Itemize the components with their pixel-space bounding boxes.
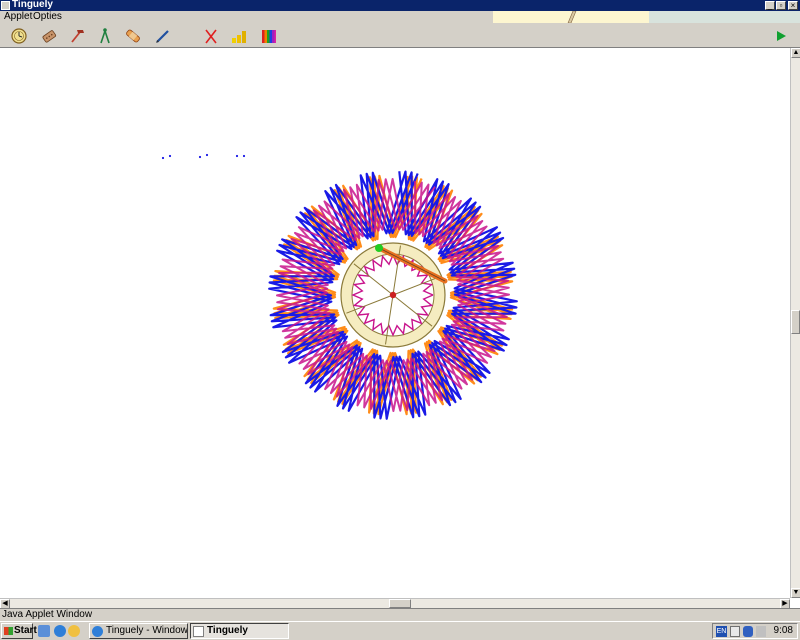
status-strip-right — [649, 11, 800, 23]
taskbar-button-tinguely[interactable]: Tinguely — [190, 623, 289, 639]
start-label: Start — [14, 625, 37, 636]
stray-dot — [205, 153, 209, 157]
delete-icon[interactable] — [202, 27, 220, 45]
menu-applet[interactable]: Applet — [4, 10, 32, 23]
close-button[interactable]: × — [788, 1, 798, 10]
minimize-button[interactable]: _ — [765, 1, 775, 10]
eraser-icon[interactable] — [40, 27, 58, 45]
stray-dot — [235, 154, 239, 158]
security-shield-icon[interactable] — [743, 626, 753, 637]
toolbar — [0, 23, 800, 48]
horizontal-scrollbar[interactable]: ◀ ▶ — [0, 598, 790, 609]
screen: Tinguely _ ▫ × Applet Opties ▲ ▼ ◀ ▶ Jav… — [0, 0, 800, 640]
clock: 9:08 — [773, 625, 793, 636]
scroll-up-icon[interactable]: ▲ — [791, 48, 800, 58]
vertical-scrollbar[interactable]: ▲ ▼ — [790, 48, 800, 598]
messenger-icon[interactable] — [68, 625, 80, 637]
ie-window-icon — [92, 626, 103, 637]
hammer-icon[interactable] — [68, 27, 86, 45]
spirograph-drawing — [161, 153, 518, 420]
pivot-point[interactable] — [375, 244, 383, 252]
restore-button[interactable]: ▫ — [776, 1, 786, 10]
system-tray: EN 9:08 — [712, 623, 798, 639]
slider-marker-icon — [567, 11, 577, 23]
pencil-icon[interactable] — [154, 27, 172, 45]
menu-opties[interactable]: Opties — [33, 10, 62, 23]
taskbar: Start Tinguely - Windows Inter... Tingue… — [0, 621, 800, 640]
horizontal-scroll-thumb[interactable] — [389, 599, 411, 608]
show-desktop-icon[interactable] — [38, 625, 50, 637]
status-strip — [493, 11, 800, 23]
drawing-canvas[interactable] — [0, 48, 790, 598]
language-indicator[interactable]: EN — [716, 626, 727, 637]
play-icon[interactable] — [772, 27, 790, 45]
compass-icon[interactable] — [96, 27, 114, 45]
stray-dot — [198, 155, 202, 159]
taskbar-button-ie[interactable]: Tinguely - Windows Inter... — [89, 623, 188, 639]
network-icon[interactable] — [730, 626, 740, 637]
gear-hub[interactable] — [389, 291, 397, 299]
taskbar-button-tinguely-label: Tinguely — [207, 625, 248, 636]
bar-chart-icon[interactable] — [230, 27, 248, 45]
internet-explorer-icon[interactable] — [54, 625, 66, 637]
applet-status-bar: Java Applet Window — [0, 608, 800, 621]
title-bar: Tinguely _ ▫ × — [0, 0, 800, 11]
start-button[interactable]: Start — [1, 623, 37, 639]
color-palette-icon[interactable] — [260, 27, 278, 45]
volume-icon[interactable] — [756, 626, 766, 637]
stray-dot — [242, 154, 246, 158]
vertical-scroll-thumb[interactable] — [791, 310, 800, 334]
app-icon — [1, 1, 10, 10]
taskbar-button-ie-label: Tinguely - Windows Inter... — [106, 625, 188, 636]
applet-window-label: Java Applet Window — [2, 609, 93, 620]
clock-icon[interactable] — [10, 27, 28, 45]
scroll-down-icon[interactable]: ▼ — [791, 588, 800, 598]
applet-window-icon — [193, 626, 204, 637]
sticker-icon[interactable] — [124, 27, 142, 45]
stray-dots — [161, 153, 246, 160]
stray-dot — [168, 154, 172, 158]
windows-flag-icon — [4, 627, 13, 635]
stray-dot — [161, 156, 165, 160]
